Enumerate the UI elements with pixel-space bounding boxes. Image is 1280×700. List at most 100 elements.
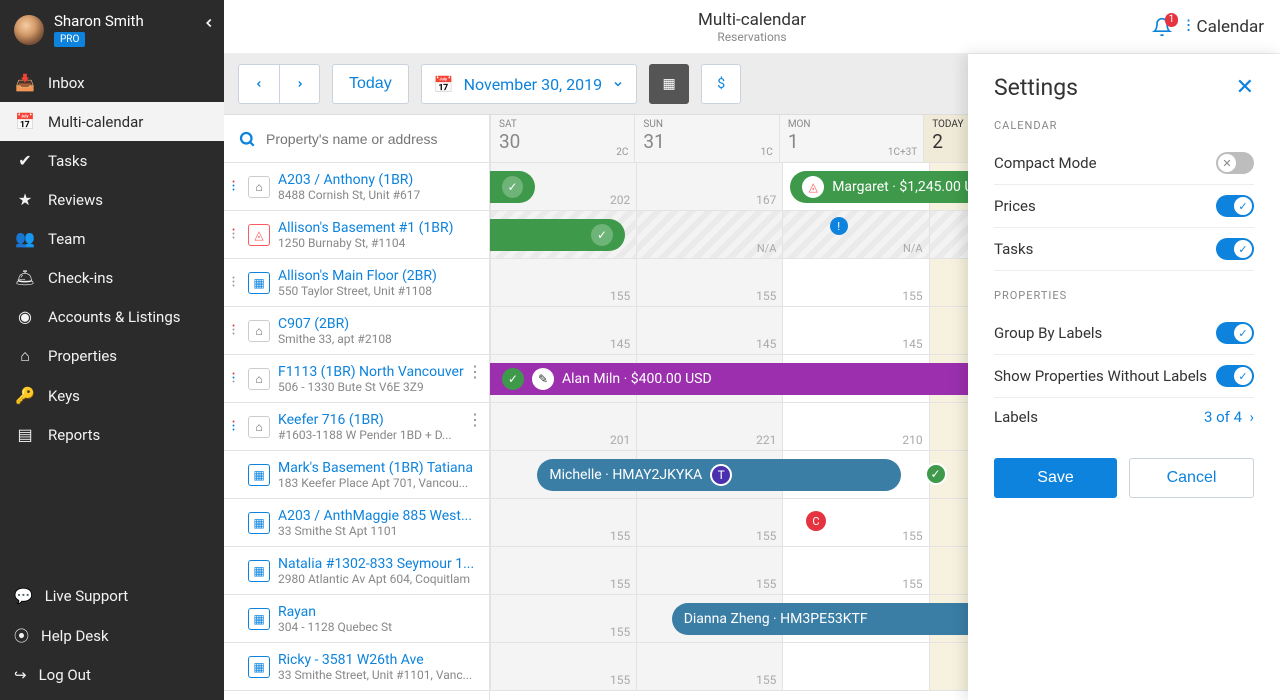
calendar-view-button[interactable]: ▦ <box>649 64 689 104</box>
toggle-tasks[interactable]: ✓ <box>1216 238 1254 260</box>
cell[interactable]: 155 <box>782 499 928 546</box>
setting-labels[interactable]: Labels 3 of 4 › <box>994 398 1254 436</box>
cell[interactable]: 155 <box>636 547 782 594</box>
channel-icon: ⌂ <box>248 416 270 438</box>
property-row[interactable]: ••• ▦ Allison's Main Floor (2BR)550 Tayl… <box>224 259 489 307</box>
setting-show-without: Show Properties Without Labels ✓ <box>994 355 1254 398</box>
next-button[interactable] <box>279 65 319 103</box>
main: Multi-calendar Reservations 1 ⫶ Calendar… <box>224 0 1280 700</box>
settings-panel: Settings ✕ CALENDAR Compact Mode ✕ Price… <box>968 54 1280 700</box>
cell[interactable]: 155 <box>782 547 928 594</box>
cell[interactable]: 145 <box>636 307 782 354</box>
search-icon[interactable] <box>238 130 256 148</box>
sidebar-item-checkins[interactable]: 🛎Check-ins <box>0 258 224 297</box>
sidebar-item-multicalendar[interactable]: 📅Multi-calendar <box>0 102 224 141</box>
row-menu-icon[interactable]: ⋮ <box>467 369 483 375</box>
drag-handle-icon[interactable]: ••• <box>232 181 240 193</box>
booking-pill[interactable]: Michelle · HMAY2JKYKAT <box>537 459 900 491</box>
cell[interactable]: 201 <box>490 403 636 450</box>
filter-icon: ⫶ <box>1186 17 1190 37</box>
star-icon: ★ <box>14 190 36 209</box>
property-row[interactable]: ▦ Mark's Basement (1BR) Tatiana183 Keefe… <box>224 451 489 499</box>
cell[interactable]: 155 <box>490 643 636 690</box>
prev-button[interactable] <box>239 65 279 103</box>
setting-group: Group By Labels ✓ <box>994 312 1254 355</box>
close-icon[interactable]: ✕ <box>1236 75 1254 100</box>
check-icon[interactable]: ✓ <box>925 463 947 485</box>
sidebar-item-accounts[interactable]: ◉Accounts & Listings <box>0 297 224 336</box>
booking-pill[interactable]: ✓ <box>490 171 535 203</box>
toggle-group[interactable]: ✓ <box>1216 322 1254 344</box>
sidebar-item-logout[interactable]: ↪Log Out <box>0 656 224 694</box>
cell[interactable]: 145 <box>490 307 636 354</box>
homeaway-icon: ▦ <box>248 512 270 534</box>
calendar-link[interactable]: ⫶ Calendar <box>1186 17 1264 37</box>
booking-pill[interactable]: ✓ <box>490 219 625 251</box>
sidebar-item-reviews[interactable]: ★Reviews <box>0 180 224 219</box>
save-button[interactable]: Save <box>994 458 1117 498</box>
date-picker[interactable]: 📅 November 30, 2019 <box>421 64 637 104</box>
cell[interactable]: 155 <box>490 547 636 594</box>
sidebar-item-team[interactable]: 👥Team <box>0 219 224 258</box>
sidebar-item-properties[interactable]: ⌂Properties <box>0 336 224 376</box>
inbox-icon: 📥 <box>14 73 36 92</box>
drag-handle-icon[interactable]: ••• <box>232 421 240 433</box>
cell[interactable]: 155 <box>636 499 782 546</box>
day-header[interactable]: SUN311C <box>634 115 778 162</box>
drag-handle-icon[interactable]: ••• <box>232 229 240 241</box>
property-row[interactable]: ▦ A203 / AnthMaggie 885 West...33 Smithe… <box>224 499 489 547</box>
drag-handle-icon[interactable]: ••• <box>232 277 240 289</box>
drag-handle-icon[interactable]: ••• <box>232 373 240 385</box>
property-row[interactable]: ••• ⌂ F1113 (1BR) North Vancouver506 - 1… <box>224 355 489 403</box>
calendar-icon: 📅 <box>14 112 36 131</box>
today-button[interactable]: Today <box>332 64 409 104</box>
cell[interactable]: N/A <box>782 211 928 258</box>
alert-icon[interactable]: C <box>806 511 826 531</box>
toggle-prices[interactable]: ✓ <box>1216 195 1254 217</box>
pricing-view-button[interactable]: $ <box>701 64 741 104</box>
calendar-icon: 📅 <box>434 75 454 94</box>
sidebar-collapse-icon[interactable] <box>202 16 216 30</box>
cell[interactable]: 155 <box>490 259 636 306</box>
cell[interactable]: 155 <box>490 499 636 546</box>
avatar[interactable] <box>14 15 44 45</box>
key-icon: 🔑 <box>14 386 36 405</box>
alert-icon[interactable]: ! <box>830 217 848 235</box>
cell[interactable]: 155 <box>782 259 928 306</box>
homeaway-icon: ▦ <box>248 656 270 678</box>
sidebar-item-tasks[interactable]: ✔Tasks <box>0 141 224 180</box>
section-label: CALENDAR <box>994 119 1254 132</box>
homeaway-icon: ▦ <box>248 464 270 486</box>
sidebar-item-helpdesk[interactable]: ⦿Help Desk <box>0 615 224 656</box>
drag-handle-icon[interactable]: ••• <box>232 325 240 337</box>
cell[interactable]: 145 <box>782 307 928 354</box>
property-row[interactable]: ••• ⌂ Keefer 716 (1BR)#1603-1188 W Pende… <box>224 403 489 451</box>
cancel-button[interactable]: Cancel <box>1129 458 1254 498</box>
sidebar-item-inbox[interactable]: 📥Inbox <box>0 63 224 102</box>
cell[interactable]: 210 <box>782 403 928 450</box>
cell[interactable]: 221 <box>636 403 782 450</box>
sidebar-item-reports[interactable]: ▤Reports <box>0 415 224 454</box>
search-input[interactable] <box>266 131 475 147</box>
property-row[interactable]: ••• ⌂ C907 (2BR)Smithe 33, apt #2108 <box>224 307 489 355</box>
toggle-compact[interactable]: ✕ <box>1216 152 1254 174</box>
property-row[interactable]: ▦ Rayan304 - 1128 Quebec St <box>224 595 489 643</box>
sidebar-item-support[interactable]: 💬Live Support <box>0 577 224 615</box>
day-header[interactable]: MON11C+3T <box>779 115 923 162</box>
cell[interactable]: 155 <box>636 643 782 690</box>
cell[interactable] <box>782 643 928 690</box>
day-header[interactable]: SAT302C <box>490 115 634 162</box>
section-label: PROPERTIES <box>994 289 1254 302</box>
sidebar-item-keys[interactable]: 🔑Keys <box>0 376 224 415</box>
property-row[interactable]: ▦ Ricky - 3581 W26th Ave33 Smithe Street… <box>224 643 489 691</box>
property-row[interactable]: ••• ⌂ A203 / Anthony (1BR)8488 Cornish S… <box>224 163 489 211</box>
property-row[interactable]: ▦ Natalia #1302-833 Seymour 1...2980 Atl… <box>224 547 489 595</box>
cell[interactable]: 155 <box>490 595 636 642</box>
toggle-show-without[interactable]: ✓ <box>1216 365 1254 387</box>
cell[interactable]: 167 <box>636 163 782 210</box>
property-row[interactable]: ••• ◬ Allison's Basement #1 (1BR)1250 Bu… <box>224 211 489 259</box>
notifications-button[interactable]: 1 <box>1152 17 1172 37</box>
cell[interactable]: 155 <box>636 259 782 306</box>
cell[interactable]: N/A <box>636 211 782 258</box>
row-menu-icon[interactable]: ⋮ <box>467 417 483 423</box>
